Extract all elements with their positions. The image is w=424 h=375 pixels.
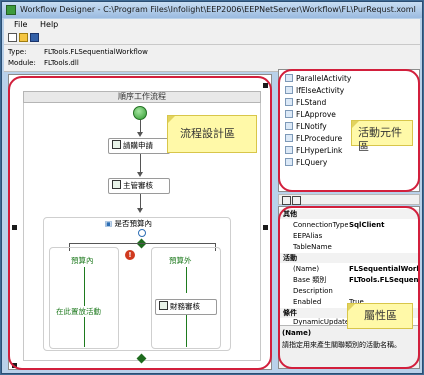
workflow-info: Type: FLTools.FLSequentialWorkflow Modul… [4, 45, 420, 72]
menu-bar: File Help [4, 19, 420, 31]
app-window: Workflow Designer - C:\Program Files\Inf… [1, 1, 423, 374]
title-bar[interactable]: Workflow Designer - C:\Program Files\Inf… [2, 2, 422, 18]
menu-file[interactable]: File [14, 20, 27, 29]
type-label: Type: [8, 48, 27, 56]
alphabetical-icon[interactable] [292, 196, 301, 205]
window-title: Workflow Designer - C:\Program Files\Inf… [20, 5, 416, 14]
new-icon[interactable] [8, 33, 17, 42]
module-label: Module: [8, 59, 36, 67]
property-highlight [278, 206, 420, 369]
module-value: FLTools.dll [44, 59, 79, 67]
designer-highlight [8, 76, 272, 370]
save-icon[interactable] [30, 33, 39, 42]
toolbox-highlight [278, 69, 420, 192]
menu-help[interactable]: Help [40, 20, 58, 29]
app-icon [6, 5, 16, 15]
property-toolbar [278, 194, 420, 205]
categorized-icon[interactable] [282, 196, 291, 205]
toolbar [4, 31, 420, 45]
open-folder-icon[interactable] [19, 33, 28, 42]
type-value: FLTools.FLSequentialWorkflow [44, 48, 148, 56]
